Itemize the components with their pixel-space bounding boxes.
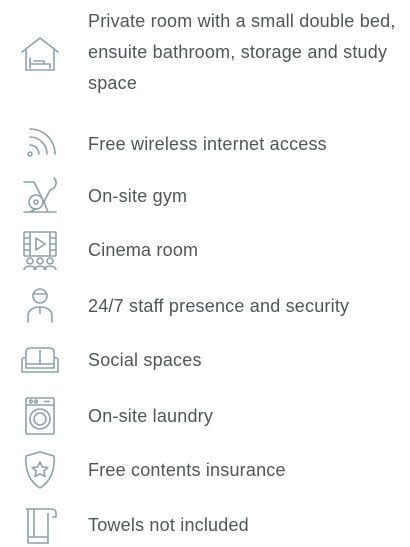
- amenity-item-towels: Towels not included: [0, 499, 410, 547]
- amenity-item-insurance: Free contents insurance: [0, 446, 410, 494]
- washing-machine-icon: [16, 392, 64, 440]
- amenity-item-cinema: Cinema room: [0, 226, 410, 274]
- amenities-list: Private room with a small double bed, en…: [0, 0, 410, 547]
- staff-person-icon: [16, 282, 64, 330]
- amenity-item-staff: 24/7 staff presence and security: [0, 282, 410, 330]
- amenity-label: On-site gym: [88, 186, 188, 206]
- amenity-item-social: Social spaces: [0, 336, 410, 384]
- amenity-item-wifi: Free wireless internet access: [0, 120, 410, 168]
- sofa-icon: [16, 336, 64, 384]
- amenity-item-laundry: On-site laundry: [0, 392, 410, 440]
- amenity-label: Free wireless internet access: [88, 134, 327, 154]
- amenity-label: On-site laundry: [88, 406, 214, 426]
- amenity-label: Towels not included: [88, 515, 249, 535]
- towel-icon: [16, 499, 64, 547]
- exercise-bike-icon: [16, 172, 64, 220]
- amenity-label: Cinema room: [88, 240, 199, 260]
- amenity-label: 24/7 staff presence and security: [88, 296, 350, 316]
- shield-star-icon: [16, 446, 64, 494]
- amenity-item-gym: On-site gym: [0, 172, 410, 220]
- amenity-label: Free contents insurance: [88, 460, 286, 480]
- amenity-item-room: Private room with a small double bed, en…: [0, 6, 410, 98]
- amenity-label: Private room with a small double bed, en…: [88, 11, 396, 93]
- cinema-icon: [16, 226, 64, 274]
- house-bed-icon: [16, 30, 64, 78]
- amenity-label: Social spaces: [88, 350, 202, 370]
- wifi-icon: [16, 120, 64, 168]
